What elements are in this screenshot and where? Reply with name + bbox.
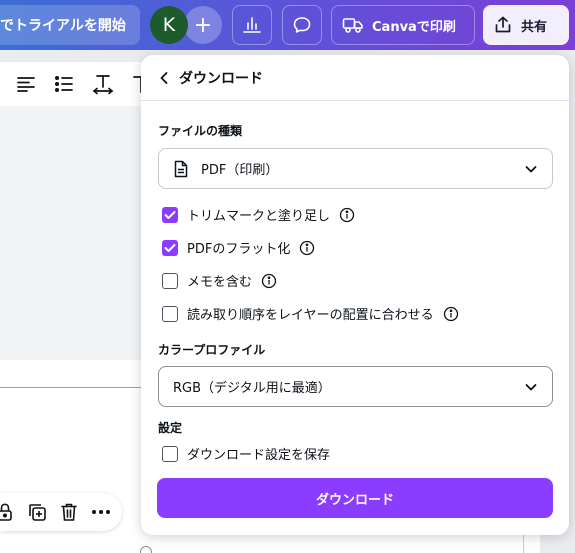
- top-bar: でトライアルを開始 + K Canvaで印刷 共有: [0, 0, 575, 50]
- info-icon[interactable]: [261, 273, 277, 289]
- comment-icon: [293, 17, 311, 33]
- include-notes-label: メモを含む: [187, 275, 253, 290]
- comment-button[interactable]: [282, 5, 322, 45]
- flatten-pdf-label: PDFのフラット化: [187, 242, 291, 257]
- bar-chart-icon: [243, 17, 261, 33]
- resize-handle[interactable]: [140, 546, 152, 553]
- insights-button[interactable]: [232, 5, 272, 45]
- share-icon: [495, 16, 511, 33]
- add-collaborator-button[interactable]: +: [184, 6, 222, 44]
- duplicate-icon[interactable]: [26, 501, 48, 523]
- lock-icon[interactable]: [0, 501, 16, 523]
- download-button[interactable]: ダウンロード: [157, 478, 553, 518]
- print-with-canva-button[interactable]: Canvaで印刷: [331, 5, 475, 45]
- option-flatten-pdf[interactable]: PDFのフラット化: [162, 238, 315, 257]
- align-left-icon[interactable]: [16, 75, 36, 93]
- more-icon[interactable]: [90, 501, 112, 523]
- include-notes-checkbox[interactable]: [162, 272, 178, 289]
- color-profile-value: RGB（デジタル用に最適）: [173, 381, 331, 396]
- flatten-pdf-checkbox[interactable]: [162, 239, 178, 256]
- document-icon: [174, 160, 188, 177]
- back-button[interactable]: [159, 71, 169, 85]
- download-panel: ダウンロード ファイルの種類 PDF（印刷） トリムマークと塗り足し PDFのフ…: [141, 55, 569, 535]
- option-include-notes[interactable]: メモを含む: [162, 271, 277, 290]
- text-toolbar: [0, 62, 150, 106]
- trash-icon[interactable]: [58, 501, 80, 523]
- share-label: 共有: [521, 19, 548, 35]
- chevron-down-icon: [525, 384, 537, 391]
- color-profile-label: カラープロファイル: [158, 343, 266, 357]
- trim-marks-checkbox[interactable]: [162, 206, 178, 223]
- print-with-canva-label: Canvaで印刷: [372, 19, 456, 35]
- color-profile-select[interactable]: RGB（デジタル用に最適）: [158, 366, 553, 407]
- panel-title: ダウンロード: [179, 70, 263, 87]
- download-button-label: ダウンロード: [315, 492, 394, 508]
- info-icon[interactable]: [339, 207, 355, 223]
- list-icon[interactable]: [54, 75, 74, 93]
- reading-order-checkbox[interactable]: [162, 305, 178, 322]
- start-trial-button[interactable]: でトライアルを開始: [0, 5, 140, 45]
- option-trim-marks[interactable]: トリムマークと塗り足し: [162, 205, 355, 224]
- page-divider: [0, 387, 145, 388]
- avatar[interactable]: K: [150, 6, 188, 44]
- element-toolbar: [0, 493, 122, 531]
- file-type-select[interactable]: PDF（印刷）: [158, 148, 553, 189]
- start-trial-label: でトライアルを開始: [0, 18, 126, 34]
- file-type-value: PDF（印刷）: [201, 163, 279, 178]
- share-button[interactable]: 共有: [483, 5, 569, 45]
- info-icon[interactable]: [299, 240, 315, 256]
- trim-marks-label: トリムマークと塗り足し: [187, 209, 331, 224]
- option-save-settings[interactable]: ダウンロード設定を保存: [162, 444, 330, 463]
- save-settings-label: ダウンロード設定を保存: [187, 448, 331, 463]
- plus-icon: +: [193, 12, 213, 38]
- save-settings-checkbox[interactable]: [162, 445, 178, 462]
- letter-spacing-icon[interactable]: [92, 73, 114, 95]
- chevron-down-icon: [525, 166, 537, 173]
- option-reading-order[interactable]: 読み取り順序をレイヤーの配置に合わせる: [162, 304, 459, 323]
- reading-order-label: 読み取り順序をレイヤーの配置に合わせる: [187, 308, 434, 323]
- file-type-label: ファイルの種類: [158, 124, 243, 138]
- truck-icon: [342, 18, 363, 33]
- avatar-letter: K: [162, 14, 176, 36]
- info-icon[interactable]: [443, 306, 459, 322]
- canvas-area: [0, 106, 150, 360]
- chevron-left-icon: [160, 71, 168, 84]
- settings-label: 設定: [158, 421, 183, 435]
- panel-header: ダウンロード: [141, 55, 569, 101]
